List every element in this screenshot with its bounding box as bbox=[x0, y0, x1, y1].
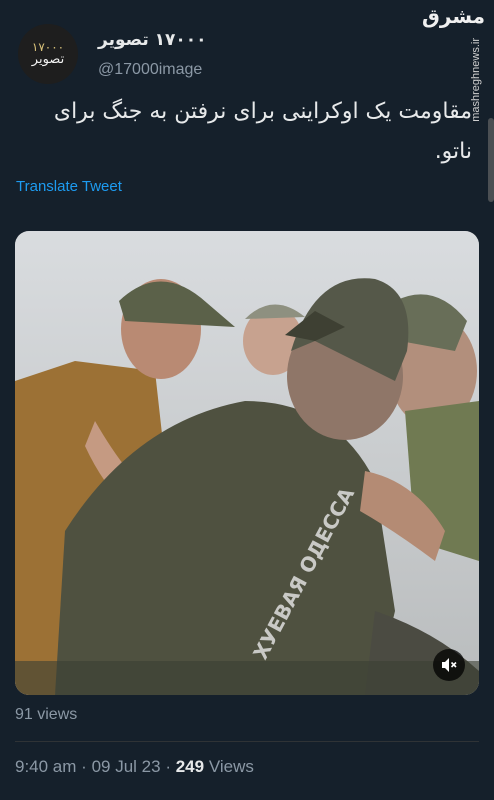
video-frame: ХУЕВАЯ ОДЕССА bbox=[15, 231, 479, 695]
tweet-text: مقاومت یک اوکراینی برای نرفتن به جنگ برا… bbox=[53, 99, 472, 164]
author-display-name[interactable]: ۱۷۰۰۰ تصویر bbox=[98, 30, 207, 50]
tweet-date[interactable]: 09 Jul 23 bbox=[92, 757, 161, 776]
divider bbox=[15, 741, 479, 742]
tweet-time[interactable]: 9:40 am bbox=[15, 757, 76, 776]
view-count[interactable]: 249 bbox=[176, 757, 204, 776]
mute-button[interactable] bbox=[433, 649, 465, 681]
view-label: Views bbox=[208, 757, 254, 776]
tweet-video[interactable]: ХУЕВАЯ ОДЕССА bbox=[15, 231, 479, 695]
avatar[interactable]: ۱۷۰۰۰ تصویر bbox=[18, 24, 78, 84]
meta-separator: · bbox=[165, 757, 171, 776]
author-handle[interactable]: @17000image bbox=[98, 61, 202, 79]
tweet-meta: 9:40 am · 09 Jul 23 · 249 Views bbox=[15, 757, 254, 777]
mute-icon bbox=[442, 658, 457, 672]
video-view-count: 91 views bbox=[15, 706, 78, 723]
meta-separator: · bbox=[81, 757, 87, 776]
site-watermark: مشرق mashreghnews.ir bbox=[422, 4, 486, 122]
translate-tweet-link[interactable]: Translate Tweet bbox=[16, 178, 122, 195]
avatar-text-word: تصویر bbox=[31, 52, 65, 68]
scrollbar[interactable] bbox=[488, 118, 494, 202]
watermark-logo: مشرق bbox=[422, 4, 486, 28]
